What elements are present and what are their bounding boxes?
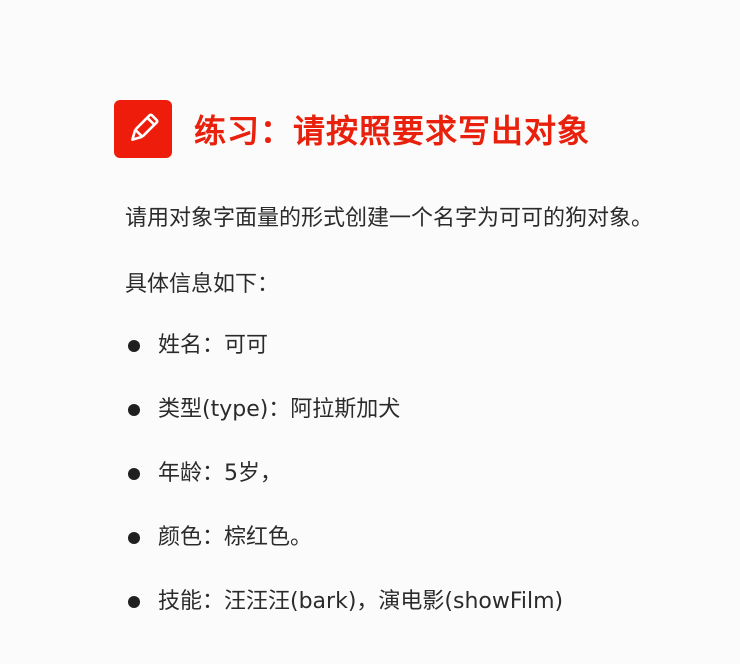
pencil-icon-glyph	[131, 113, 159, 141]
slide: 练习：请按照要求写出对象 请用对象字面量的形式创建一个名字为可可的狗对象。 具体…	[0, 0, 740, 664]
bullet-dot-icon	[128, 596, 140, 608]
bullet-dot-icon	[128, 468, 140, 480]
list-item: 年龄：5岁，	[128, 455, 563, 519]
pencil-icon	[114, 100, 172, 158]
bullet-dot-icon	[128, 404, 140, 416]
list-item: 姓名：可可	[128, 327, 563, 391]
page-title: 练习：请按照要求写出对象	[194, 112, 591, 150]
bullet-dot-icon	[128, 340, 140, 352]
intro-text: 请用对象字面量的形式创建一个名字为可可的狗对象。	[125, 206, 654, 231]
list-item: 颜色：棕红色。	[128, 519, 563, 583]
list-item-text: 姓名：可可	[158, 333, 269, 358]
list-item: 类型(type)：阿拉斯加犬	[128, 391, 563, 455]
list-item-text: 颜色：棕红色。	[158, 525, 313, 550]
list-item: 技能：汪汪汪(bark)，演电影(showFilm)	[128, 583, 563, 647]
list-item-text: 类型(type)：阿拉斯加犬	[158, 397, 401, 422]
details-list: 姓名：可可 类型(type)：阿拉斯加犬 年龄：5岁， 颜色：棕红色。 技能：汪…	[128, 327, 563, 647]
exercise-heading: 练习：请按照要求写出对象	[114, 99, 590, 159]
list-item-text: 技能：汪汪汪(bark)，演电影(showFilm)	[158, 589, 564, 614]
bullet-dot-icon	[128, 532, 140, 544]
list-item-text: 年龄：5岁，	[158, 461, 282, 486]
details-subheading: 具体信息如下：	[125, 272, 280, 297]
